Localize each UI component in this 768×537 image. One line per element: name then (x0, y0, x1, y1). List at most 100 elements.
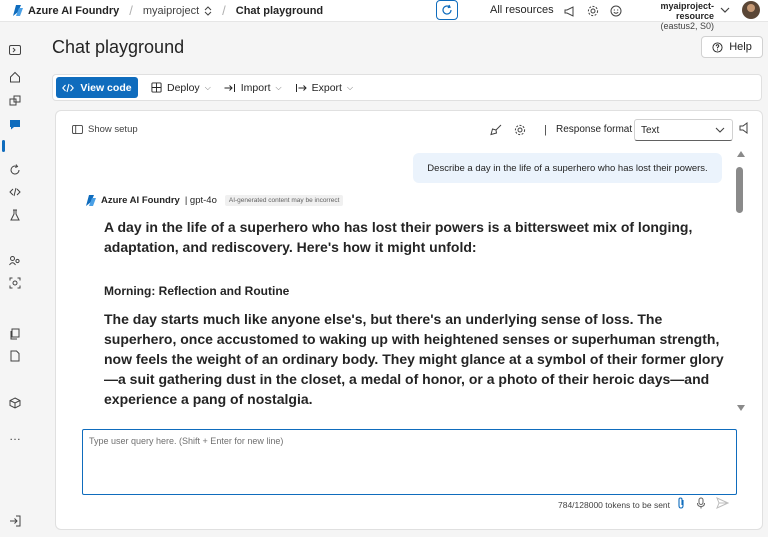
rail-tracing[interactable] (7, 253, 23, 269)
scrollbar-thumb[interactable] (736, 167, 743, 213)
response-format-value: Text (641, 124, 660, 136)
chat-bubble-icon (10, 120, 20, 130)
rail-active-indicator (2, 140, 5, 152)
rail-model-catalog[interactable] (7, 93, 23, 109)
answer-paragraph: The day starts much like anyone else's, … (104, 311, 724, 407)
send-icon[interactable] (716, 497, 729, 509)
chat-settings-button[interactable] (510, 120, 530, 140)
left-rail: … (0, 23, 30, 537)
user-message-text: Describe a day in the life of a superher… (427, 162, 708, 174)
clear-chat-button[interactable] (486, 120, 506, 140)
gear-icon (514, 124, 526, 136)
rail-data[interactable] (7, 326, 23, 342)
refresh-icon (442, 4, 452, 15)
token-count: 784/128000 tokens to be sent (558, 500, 671, 510)
panel-left-icon (72, 125, 83, 134)
refresh-button[interactable] (436, 0, 458, 20)
scroll-up-arrow-icon[interactable] (737, 151, 745, 157)
chevron-down-icon[interactable] (719, 4, 731, 16)
document-icon (10, 350, 20, 362)
foundry-logo-icon (13, 5, 23, 16)
assistant-message-header: Azure AI Foundry | gpt-4o AI-generated c… (86, 195, 344, 206)
rail-code[interactable] (7, 184, 23, 200)
rail-evaluation[interactable] (7, 207, 23, 223)
user-query-input[interactable]: Type user query here. (Shift + Enter for… (82, 429, 737, 495)
ellipsis-icon: … (9, 429, 21, 443)
grid-icon (151, 82, 162, 93)
speaker-icon[interactable] (738, 122, 750, 134)
import-button[interactable]: Import ⌵ (224, 82, 282, 94)
user-message: Describe a day in the life of a superher… (413, 153, 722, 183)
chevron-down-icon (715, 127, 725, 133)
chevron-down-icon: ⌵ (204, 82, 211, 92)
breadcrumb-project-label: myaiproject (142, 4, 200, 17)
panel-toggle-icon (9, 45, 21, 55)
rail-home[interactable] (7, 69, 23, 85)
home-icon (10, 71, 20, 83)
agent-refresh-icon (10, 164, 20, 175)
foundry-logo-icon (86, 195, 96, 206)
account-name: myaiproject-resource (660, 1, 714, 21)
people-icon (9, 256, 20, 266)
export-arrow-icon (295, 83, 307, 92)
feedback-button[interactable] (606, 1, 626, 21)
settings-button[interactable] (583, 1, 603, 21)
code-icon (62, 83, 75, 92)
export-label: Export (311, 81, 342, 94)
avatar[interactable] (742, 1, 760, 19)
response-format-select[interactable]: Text (634, 119, 733, 141)
box-icon (9, 397, 21, 409)
attach-icon[interactable] (676, 497, 686, 509)
export-button[interactable]: Export ⌵ (295, 82, 353, 94)
rail-files[interactable] (7, 348, 23, 364)
help-button[interactable]: Help (701, 36, 763, 58)
breadcrumb-project[interactable]: myaiproject (143, 5, 212, 17)
import-arrow-icon (224, 83, 235, 92)
microphone-icon[interactable] (696, 497, 706, 509)
view-code-button[interactable]: View code (56, 77, 138, 98)
tools-divider: | (544, 124, 547, 136)
assistant-message: A day in the life of a superhero who has… (104, 217, 724, 409)
rail-playgrounds[interactable] (7, 116, 23, 132)
rail-management[interactable] (7, 395, 23, 411)
deploy-label: Deploy (167, 81, 200, 94)
chevron-down-icon: ⌵ (346, 82, 354, 92)
response-format-label: Response format (556, 124, 633, 135)
ai-content-notice: AI-generated content may be incorrect (224, 195, 344, 206)
page-title: Chat playground (52, 37, 185, 57)
rail-agents[interactable] (7, 162, 23, 178)
brand-label: Azure AI Foundry (28, 4, 120, 17)
help-label: Help (729, 41, 752, 53)
chevron-down-icon: ⌵ (275, 82, 282, 92)
smiley-icon (610, 5, 622, 17)
rail-monitoring[interactable] (7, 275, 23, 291)
updown-chevron-icon (204, 5, 212, 16)
code-icon (9, 187, 21, 197)
breadcrumb-page: Chat playground (235, 4, 324, 17)
announcements-button[interactable] (560, 1, 580, 21)
deploy-button[interactable]: Deploy ⌵ (151, 82, 211, 94)
all-resources-link[interactable]: All resources (490, 4, 554, 16)
sign-in-arrow-icon (10, 515, 21, 527)
assistant-name: Azure AI Foundry (101, 195, 180, 206)
gear-icon (587, 5, 599, 17)
scan-icon (9, 277, 21, 289)
question-circle-icon (712, 41, 723, 53)
rail-more[interactable]: … (7, 428, 23, 444)
rail-collapse-button[interactable] (7, 42, 23, 58)
rail-sign-out[interactable] (7, 513, 23, 529)
show-setup-button[interactable]: Show setup (72, 124, 138, 135)
chat-panel: Show setup | Response format Text Descri… (55, 110, 763, 530)
account-switcher[interactable]: myaiproject-resource (eastus2, S0) (628, 1, 714, 31)
playground-toolbar: View code Deploy ⌵ Import ⌵ Export ⌵ (52, 74, 762, 101)
breadcrumb-separator: / (222, 3, 226, 18)
megaphone-icon (564, 6, 574, 17)
view-code-label: View code (80, 81, 132, 94)
model-name: | gpt-4o (184, 195, 217, 206)
user-query-placeholder: Type user query here. (Shift + Enter for… (89, 436, 284, 446)
brand[interactable]: Azure AI Foundry (13, 5, 119, 17)
broom-icon (490, 124, 502, 136)
breadcrumb-separator: / (129, 3, 133, 18)
scroll-down-arrow-icon[interactable] (737, 405, 745, 411)
document-copy-icon (10, 328, 20, 340)
